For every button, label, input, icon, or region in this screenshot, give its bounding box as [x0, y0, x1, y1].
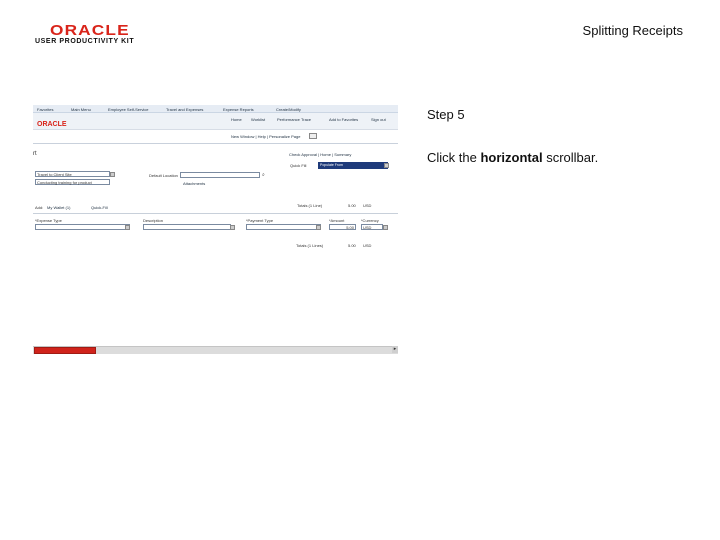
expense-type-select[interactable]: [35, 224, 130, 230]
currency-value: USD: [363, 225, 372, 230]
page-title: rt: [33, 151, 37, 157]
quick-fill-dropdown-icon[interactable]: [384, 163, 389, 168]
grid-divider: [33, 213, 398, 214]
oracle-logo: ORACLE: [50, 22, 130, 39]
upk-logo-subtitle: USER PRODUCTIVITY KIT: [35, 38, 135, 45]
quick-fill-label: Quick Fill: [290, 163, 307, 168]
amount-field[interactable]: 5.00: [329, 224, 356, 230]
payment-type-dropdown-icon[interactable]: [316, 225, 321, 230]
instruction-prefix: Click the: [427, 150, 481, 165]
step-instruction: Click the horizontal scrollbar.: [427, 150, 598, 165]
business-purpose-dropdown-icon[interactable]: [110, 172, 115, 177]
totals-currency: USD: [363, 203, 372, 208]
breadcrumb-item[interactable]: Create/Modify: [276, 107, 301, 112]
amount-value: 5.00: [346, 225, 354, 230]
column-header: *Expense Type: [35, 218, 62, 223]
new-window-links[interactable]: New Window | Help | Personalize Page: [231, 134, 300, 139]
default-location-field[interactable]: [180, 172, 260, 178]
default-location-label: Default Location: [149, 173, 178, 178]
description-expand-icon[interactable]: [230, 225, 235, 230]
app-screenshot: Favorites Main Menu Employee Self-Servic…: [33, 105, 398, 355]
slide-title: Splitting Receipts: [582, 23, 683, 38]
instruction-suffix: scrollbar.: [542, 150, 599, 165]
business-purpose-field[interactable]: Travel to Client Site: [35, 171, 110, 177]
grand-total-label: Totals (1 Lines): [296, 243, 324, 248]
app-oracle-logo: ORACLE: [37, 121, 67, 128]
add-to-favorites-link[interactable]: Add to Favorites: [329, 117, 358, 122]
breadcrumb-item[interactable]: Employee Self-Service: [108, 107, 148, 112]
column-header: *Payment Type: [246, 218, 274, 223]
report-description-value: Conducting training for product: [37, 180, 92, 185]
quick-fill-link[interactable]: Quick-Fill: [91, 205, 108, 210]
breadcrumb-item[interactable]: Expense Reports: [223, 107, 254, 112]
payment-type-select[interactable]: [246, 224, 321, 230]
search-icon[interactable]: ⌕: [262, 172, 265, 178]
totals-label: Totals (1 Line): [297, 203, 323, 208]
step-title: Step 5: [427, 107, 465, 122]
breadcrumb: Favorites Main Menu Employee Self-Servic…: [33, 105, 398, 113]
breadcrumb-item[interactable]: Favorites: [37, 107, 53, 112]
performance-trace-link[interactable]: Performance Trace: [277, 117, 311, 122]
header-divider: [33, 129, 398, 130]
sign-out-link[interactable]: Sign out: [371, 117, 386, 122]
my-wallet-link[interactable]: My Wallet (1): [47, 205, 70, 210]
add-label: Add:: [35, 205, 44, 210]
column-header: *Currency: [361, 218, 379, 223]
worklist-link[interactable]: Worklist: [251, 117, 265, 122]
help-icon[interactable]: [309, 133, 317, 139]
breadcrumb-item[interactable]: Travel and Expenses: [166, 107, 203, 112]
business-purpose-value: Travel to Client Site: [37, 172, 72, 177]
horizontal-scrollbar-thumb-highlight[interactable]: [34, 347, 96, 354]
totals-amount: 5.00: [348, 203, 356, 208]
breadcrumb-item[interactable]: Main Menu: [71, 107, 91, 112]
column-header: Description: [143, 218, 164, 223]
scroll-right-arrow-icon[interactable]: ▸: [392, 346, 398, 353]
description-field[interactable]: [143, 224, 231, 230]
column-header: *Amount: [329, 218, 345, 223]
divider: [33, 143, 398, 144]
page-action-links[interactable]: Check Approval | Home | Summary: [289, 152, 351, 157]
grand-total-amount: 5.00: [348, 243, 356, 248]
attachments-link[interactable]: Attachments: [183, 181, 205, 186]
currency-field[interactable]: USD: [361, 224, 383, 230]
instruction-bold: horizontal: [480, 150, 543, 165]
currency-lookup-icon[interactable]: [383, 225, 388, 230]
grand-total-currency: USD: [363, 243, 372, 248]
home-link[interactable]: Home: [231, 117, 242, 122]
report-description-field[interactable]: Conducting training for product: [35, 179, 110, 185]
expense-type-dropdown-icon[interactable]: [125, 225, 130, 230]
quick-fill-select[interactable]: Populate From: [318, 162, 388, 169]
